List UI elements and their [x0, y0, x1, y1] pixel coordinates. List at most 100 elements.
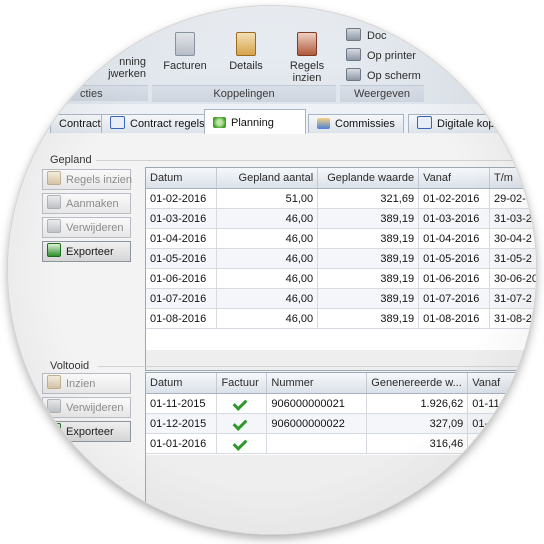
exporteer-gepland-button[interactable]: Exporteer: [42, 241, 131, 262]
magnifier-lens: nning jwerken Facturen Details Regels in…: [8, 6, 536, 534]
document-icon: [47, 171, 61, 185]
voltooid-section-title: Voltooid: [50, 360, 90, 372]
table-row[interactable]: 01-02-2016 51,00 321,69 01-02-2016 29-02…: [146, 188, 536, 209]
gepland-section-title: Gepland: [50, 154, 92, 166]
screen-icon: [346, 68, 361, 81]
planning-verwerken-button[interactable]: nning jwerken: [82, 56, 146, 80]
group-weergeven-label: Weergeven: [340, 85, 424, 102]
printer-icon: [346, 48, 361, 61]
voltooid-grid[interactable]: Datum Factuur Nummer Genenereerde w... V…: [145, 372, 536, 534]
cell-geplande-waarde: 389,19: [317, 208, 420, 229]
verwijderen-gepland-button[interactable]: Verwijderen: [42, 217, 131, 238]
cell-geplande-waarde: 389,19: [317, 268, 420, 289]
cell-gepland-aantal: 46,00: [216, 248, 319, 269]
cell-vanaf: 01-0: [467, 433, 536, 454]
voltooid-grid-empty-area: [146, 455, 536, 534]
cell-nummer: 906000000022: [266, 413, 368, 434]
table-row[interactable]: 01-12-2015 906000000022 327,09 01-: [146, 413, 536, 434]
op-printer-button[interactable]: Op printer: [346, 48, 416, 64]
column-header-factuur[interactable]: Factuur: [216, 373, 268, 394]
exporteer-voltooid-label: Exporteer: [66, 426, 114, 438]
verwijderen-voltooid-label: Verwijderen: [66, 402, 124, 414]
cell-vanaf: 01-11: [467, 393, 536, 414]
cell-datum: 01-08-2016: [146, 308, 218, 329]
cell-tm: 30-06-20: [489, 268, 536, 289]
tab-contract-regels-label: Contract regels: [130, 118, 205, 130]
ribbon: nning jwerken Facturen Details Regels in…: [8, 6, 536, 105]
column-header-datum[interactable]: Datum: [146, 373, 218, 394]
cell-geplande-waarde: 389,19: [317, 228, 420, 249]
table-row[interactable]: 01-03-2016 46,00 389,19 01-03-2016 31-03…: [146, 208, 536, 229]
inzien-label: Inzien: [66, 378, 96, 390]
verwijderen-voltooid-button[interactable]: Verwijderen: [42, 397, 131, 418]
tab-planning-label: Planning: [231, 117, 274, 129]
tab-contract-label: Contract: [59, 118, 101, 130]
invoices-icon: [175, 32, 195, 56]
voltooid-table: Datum Factuur Nummer Genenereerde w... V…: [146, 373, 536, 454]
tab-planning[interactable]: Planning: [204, 109, 306, 135]
regels-inzien-button[interactable]: Regels inzien: [274, 32, 340, 84]
table-row[interactable]: 01-06-2016 46,00 389,19 01-06-2016 30-06…: [146, 268, 536, 289]
column-header-gegenereerde-waarde[interactable]: Genenereerde w...: [366, 373, 469, 394]
details-button[interactable]: Details: [226, 32, 266, 72]
table-row[interactable]: 01-11-2015 906000000021 1.926,62 01-11: [146, 393, 536, 414]
view-icon: [47, 375, 61, 389]
cell-factuur: [216, 393, 268, 414]
cell-vanaf: 01-08-2016: [418, 308, 490, 329]
column-header-geplande-waarde[interactable]: Geplande waarde: [317, 168, 420, 189]
tab-commissies-label: Commissies: [335, 118, 395, 130]
column-header-tm[interactable]: T/m: [489, 168, 536, 189]
commission-icon: [317, 118, 330, 129]
cell-gegenereerde-waarde: 327,09: [366, 413, 469, 434]
table-row[interactable]: 01-01-2016 316,46 01-0: [146, 433, 536, 454]
cell-gepland-aantal: 46,00: [216, 268, 319, 289]
regels-inzien-action-button[interactable]: Regels inzien: [42, 169, 132, 190]
cell-gepland-aantal: 46,00: [216, 288, 319, 309]
regels-inzien-label: Regels inzien: [289, 60, 325, 84]
cell-tm: 31-03-2: [489, 208, 536, 229]
cell-vanaf: 01-04-2016: [418, 228, 490, 249]
output-doc-button[interactable]: Doc: [346, 28, 387, 44]
tab-contract-regels[interactable]: Contract regels: [101, 114, 214, 133]
column-header-vanaf[interactable]: Vanaf: [418, 168, 490, 189]
gepland-table: Datum Gepland aantal Geplande waarde Van…: [146, 168, 536, 329]
planning-button-label-bottom: jwerken: [108, 68, 146, 80]
tab-digitale-kopie-label: Digitale kop: [437, 118, 495, 130]
column-header-vanaf[interactable]: Vanaf: [467, 373, 536, 394]
exporteer-gepland-label: Exporteer: [66, 246, 114, 258]
checkmark-icon: [235, 437, 248, 448]
facturen-button[interactable]: Facturen: [160, 32, 210, 72]
column-header-nummer[interactable]: Nummer: [266, 373, 368, 394]
column-header-gepland-aantal[interactable]: Gepland aantal: [216, 168, 319, 189]
gepland-grid[interactable]: Datum Gepland aantal Geplande waarde Van…: [145, 167, 536, 371]
tab-digitale-kopie[interactable]: Digitale kop: [408, 114, 504, 133]
cell-gegenereerde-waarde: 316,46: [366, 433, 469, 454]
exporteer-voltooid-button[interactable]: Exporteer: [42, 421, 131, 442]
inzien-button[interactable]: Inzien: [42, 373, 131, 394]
checkmark-icon: [235, 397, 248, 408]
table-row[interactable]: 01-05-2016 46,00 389,19 01-05-2016 31-05…: [146, 248, 536, 269]
view-lines-icon: [297, 32, 317, 56]
planning-icon: [213, 117, 226, 128]
table-row[interactable]: 01-08-2016 46,00 389,19 01-08-2016 31-08…: [146, 308, 536, 329]
delete-icon: [47, 219, 61, 233]
excel-export-icon: [47, 243, 61, 257]
table-row[interactable]: 01-04-2016 46,00 389,19 01-04-2016 30-04…: [146, 228, 536, 249]
verwijderen-gepland-label: Verwijderen: [66, 222, 124, 234]
cell-geplande-waarde: 389,19: [317, 308, 420, 329]
cell-datum: 01-02-2016: [146, 188, 218, 209]
document-icon: [346, 28, 361, 41]
cell-vanaf: 01-02-2016: [418, 188, 490, 209]
aanmaken-button[interactable]: Aanmaken: [42, 193, 131, 214]
details-label: Details: [229, 60, 263, 72]
op-scherm-button[interactable]: Op scherm: [346, 68, 421, 84]
tab-commissies[interactable]: Commissies: [308, 114, 404, 133]
table-row[interactable]: 01-07-2016 46,00 389,19 01-07-2016 31-07…: [146, 288, 536, 309]
voltooid-divider: [98, 366, 536, 367]
aanmaken-label: Aanmaken: [66, 198, 119, 210]
cell-tm: 31-08-2: [489, 308, 536, 329]
column-header-datum[interactable]: Datum: [146, 168, 218, 189]
facturen-label: Facturen: [163, 60, 207, 72]
checkmark-icon: [235, 417, 248, 428]
cell-gepland-aantal: 46,00: [216, 228, 319, 249]
